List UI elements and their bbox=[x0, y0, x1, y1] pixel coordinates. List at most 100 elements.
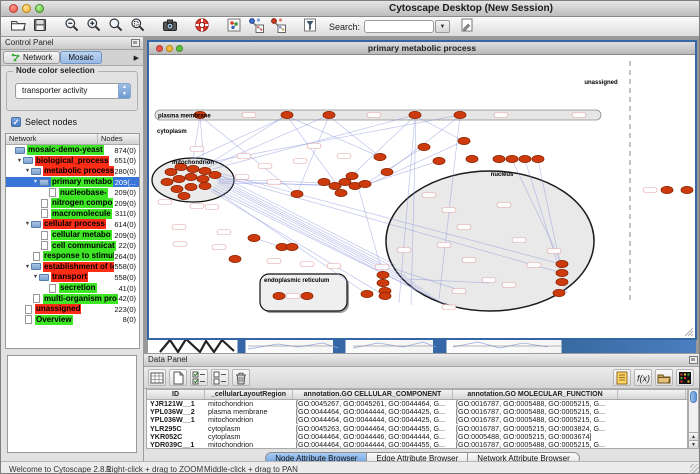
network-node[interactable] bbox=[187, 165, 199, 172]
tab-overflow-arrow-icon[interactable]: ▶ bbox=[134, 54, 141, 62]
network-node[interactable] bbox=[178, 192, 190, 199]
network-node[interactable] bbox=[466, 155, 478, 162]
resize-grip-icon[interactable] bbox=[690, 464, 700, 474]
network-node[interactable] bbox=[281, 111, 293, 118]
network-node[interactable] bbox=[199, 182, 211, 189]
network-node[interactable] bbox=[165, 168, 177, 175]
column-header-1[interactable]: ID bbox=[147, 390, 205, 399]
open-file-icon[interactable] bbox=[9, 16, 27, 34]
dropdown-stepper-icon[interactable]: ▲▼ bbox=[118, 83, 131, 99]
network-node[interactable] bbox=[346, 172, 358, 179]
network-edge[interactable] bbox=[287, 116, 380, 157]
network-edge[interactable] bbox=[287, 116, 335, 182]
tree-expand-icon[interactable]: ▼ bbox=[32, 179, 39, 185]
network-node[interactable] bbox=[335, 189, 347, 196]
tree-column-network[interactable]: Network bbox=[6, 134, 98, 144]
tree-expand-icon[interactable]: ▼ bbox=[24, 221, 31, 227]
tree-row-secretion[interactable]: secretion41(0) bbox=[6, 283, 139, 294]
network-node[interactable] bbox=[273, 292, 285, 299]
tree-row-mosaic-demo-yeast[interactable]: mosaic-demo-yeast874(0) bbox=[6, 145, 139, 156]
network-node[interactable] bbox=[323, 111, 335, 118]
tree-header[interactable]: Network Nodes bbox=[6, 134, 139, 145]
zoom-fit-icon[interactable] bbox=[107, 16, 125, 34]
network-node[interactable] bbox=[556, 269, 568, 276]
network-node[interactable] bbox=[318, 178, 330, 185]
table-row[interactable]: YPL036W__2plasma membrane[GO:0044464, GO… bbox=[147, 408, 687, 416]
tree-row-cellular-metabo[interactable]: cellular metabo209(0) bbox=[6, 230, 139, 241]
zoom-window-button[interactable] bbox=[35, 4, 44, 13]
network-edge[interactable] bbox=[200, 115, 204, 165]
close-button[interactable] bbox=[9, 4, 18, 13]
background-window-fragments[interactable] bbox=[148, 338, 696, 353]
table-row[interactable]: YPL036W__1mitochondrion[GO:0044464, GO:0… bbox=[147, 416, 687, 424]
network-edge[interactable] bbox=[217, 177, 401, 271]
function-builder-icon[interactable]: f(x) bbox=[634, 369, 652, 386]
help-lifering-icon[interactable] bbox=[193, 16, 211, 34]
zoom-selected-icon[interactable] bbox=[129, 16, 147, 34]
table-row[interactable]: YKR052Ccytoplasm[GO:0044464, GO:0044446,… bbox=[147, 433, 687, 441]
network-node[interactable] bbox=[418, 143, 430, 150]
network-node[interactable] bbox=[171, 185, 183, 192]
node-color-dropdown[interactable]: transporter activity ▲▼ bbox=[15, 83, 131, 99]
network-node[interactable] bbox=[493, 155, 505, 162]
network-node[interactable] bbox=[161, 178, 173, 185]
float-panel-icon[interactable] bbox=[689, 356, 698, 364]
snapshot-camera-icon[interactable] bbox=[161, 16, 179, 34]
network-node[interactable] bbox=[291, 190, 303, 197]
tree-expand-icon[interactable]: ▼ bbox=[16, 158, 23, 164]
tree-row-overview[interactable]: Overview8(0) bbox=[6, 315, 139, 326]
table-row[interactable]: YDR039C__1mitochondrion[GO:0044464, GO:0… bbox=[147, 441, 687, 449]
import-attributes-icon[interactable] bbox=[655, 369, 673, 386]
network-node[interactable] bbox=[381, 168, 393, 175]
tree-row-biological-process[interactable]: ▼biological_process651(0) bbox=[6, 156, 139, 167]
tree-row-unassigned[interactable]: unassigned223(0) bbox=[6, 304, 139, 315]
network-node[interactable] bbox=[286, 243, 298, 250]
network-node[interactable] bbox=[661, 186, 673, 193]
column-header-2[interactable]: _cellularLayoutRegion bbox=[205, 390, 293, 399]
tab-network[interactable]: Network bbox=[3, 51, 60, 64]
search-config-icon[interactable] bbox=[458, 16, 476, 34]
delete-attribute-icon[interactable] bbox=[232, 369, 250, 386]
scroll-down-icon[interactable]: ▼ bbox=[689, 440, 698, 448]
tree-expand-icon[interactable]: ▼ bbox=[32, 274, 39, 280]
vizmapper-icon[interactable] bbox=[225, 16, 243, 34]
network-node[interactable] bbox=[301, 292, 313, 299]
heatmap-icon[interactable] bbox=[676, 369, 694, 386]
tree-expand-icon[interactable]: ▼ bbox=[24, 168, 31, 174]
save-icon[interactable] bbox=[31, 16, 49, 34]
tree-row-cell-communicat[interactable]: cell communicat22(0) bbox=[6, 240, 139, 251]
unselect-attributes-icon[interactable] bbox=[211, 369, 229, 386]
network-node[interactable] bbox=[553, 289, 565, 296]
tree-row-transport[interactable]: ▼transport558(0) bbox=[6, 272, 139, 283]
filter-icon[interactable] bbox=[301, 16, 319, 34]
network-node[interactable] bbox=[359, 180, 371, 187]
network-edge[interactable] bbox=[193, 116, 200, 159]
network-node[interactable] bbox=[248, 234, 260, 241]
zoom-out-icon[interactable] bbox=[63, 16, 81, 34]
network-node[interactable] bbox=[185, 173, 197, 180]
network-edge[interactable] bbox=[329, 116, 380, 157]
tree-row-multi-organism-pro[interactable]: multi-organism pro42(0) bbox=[6, 293, 139, 304]
network-node[interactable] bbox=[185, 183, 197, 190]
network-edge[interactable] bbox=[193, 116, 287, 159]
window-resize-grip[interactable] bbox=[684, 327, 694, 337]
network-node[interactable] bbox=[433, 157, 445, 164]
column-header-empty[interactable] bbox=[618, 390, 686, 399]
network-node[interactable] bbox=[361, 290, 373, 297]
scroll-up-icon[interactable]: ▲ bbox=[689, 432, 698, 440]
select-attributes-icon[interactable] bbox=[190, 369, 208, 386]
network-node[interactable] bbox=[379, 292, 391, 299]
network-node[interactable] bbox=[409, 111, 421, 118]
network-view-window[interactable]: primary metabolic process plasma membran… bbox=[147, 40, 697, 340]
network-node[interactable] bbox=[532, 155, 544, 162]
network-node[interactable] bbox=[229, 255, 241, 262]
network-node[interactable] bbox=[681, 186, 693, 193]
annotation-notes-icon[interactable] bbox=[613, 369, 631, 386]
layout-params-1-icon[interactable] bbox=[247, 16, 265, 34]
network-node[interactable] bbox=[556, 260, 568, 267]
layout-params-2-icon[interactable] bbox=[269, 16, 287, 34]
network-node[interactable] bbox=[377, 279, 389, 286]
tree-expand-icon[interactable]: ▼ bbox=[24, 264, 31, 270]
minimize-button[interactable] bbox=[22, 4, 31, 13]
tree-row-nucleobase-[interactable]: nucleobase-209(0) bbox=[6, 187, 139, 198]
